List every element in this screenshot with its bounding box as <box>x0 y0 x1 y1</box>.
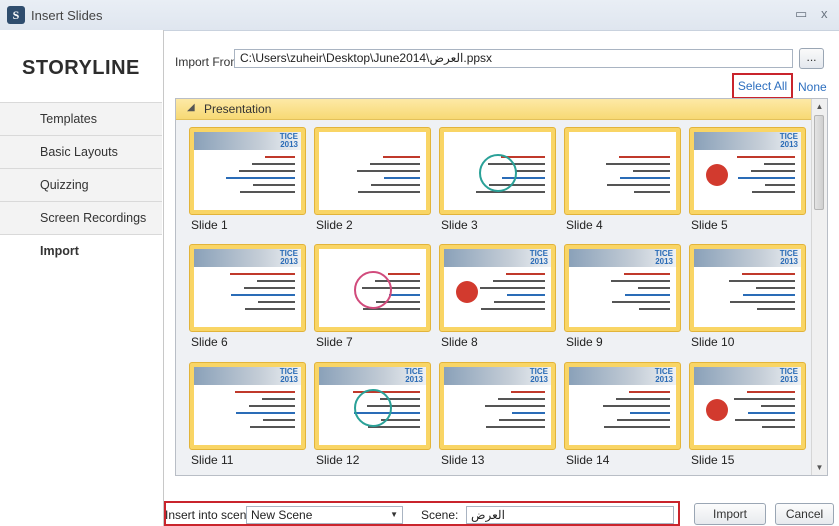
slide-frame[interactable] <box>439 127 556 215</box>
slide-preview-image <box>444 132 551 210</box>
slide-thumbnail[interactable]: TICE 2013 Slide 10 <box>689 244 806 360</box>
slide-frame[interactable]: TICE 2013 <box>689 362 806 450</box>
select-none-link[interactable]: None <box>798 80 827 94</box>
slide-label: Slide 4 <box>566 218 603 232</box>
slide-thumbnail[interactable]: TICE 2013 Slide 15 <box>689 362 806 475</box>
slide-frame[interactable]: TICE 2013 <box>189 127 306 215</box>
sidebar: STORYLINE Templates Basic Layouts Quizzi… <box>0 30 164 526</box>
slide-preview-image <box>569 132 676 210</box>
slide-frame[interactable]: TICE 2013 <box>439 244 556 332</box>
slide-preview-image: TICE 2013 <box>569 249 676 327</box>
slide-label: Slide 11 <box>191 453 234 467</box>
slide-preview-image: TICE 2013 <box>694 132 801 210</box>
slide-preview-image: TICE 2013 <box>569 367 676 445</box>
group-label: Presentation <box>204 102 272 116</box>
import-path-field[interactable]: C:\Users\zuheir\Desktop\June2014\العرض.p… <box>234 49 793 68</box>
select-all-link[interactable]: Select All <box>732 73 793 99</box>
slide-preview-image: TICE 2013 <box>194 132 301 210</box>
slide-frame[interactable]: TICE 2013 <box>689 127 806 215</box>
slide-frame[interactable] <box>564 127 681 215</box>
slide-thumbnail[interactable]: TICE 2013 Slide 1 <box>189 127 306 243</box>
scroll-thumb[interactable] <box>814 115 824 210</box>
title-bar: S Insert Slides ▭ x <box>0 0 839 31</box>
collapse-triangle-icon[interactable]: ◢ <box>187 102 195 113</box>
slide-label: Slide 10 <box>691 335 735 349</box>
insert-into-scene-label: Insert into scene: <box>165 508 257 522</box>
slide-thumbnail[interactable]: Slide 3 <box>439 127 556 243</box>
slide-preview-image: TICE 2013 <box>319 367 426 445</box>
slide-frame[interactable]: TICE 2013 <box>314 362 431 450</box>
slide-preview-image <box>319 249 426 327</box>
sidebar-item-import[interactable]: Import <box>0 234 162 267</box>
slide-preview-image: TICE 2013 <box>694 249 801 327</box>
sidebar-item-quizzing[interactable]: Quizzing <box>0 168 162 201</box>
brand-logo-text: STORYLINE <box>22 57 140 79</box>
slide-thumbnail[interactable]: TICE 2013 Slide 5 <box>689 127 806 243</box>
import-button[interactable]: Import <box>694 503 766 525</box>
slide-label: Slide 13 <box>441 453 485 467</box>
scroll-up-icon[interactable]: ▲ <box>812 99 827 114</box>
slide-label: Slide 2 <box>316 218 353 232</box>
cancel-button[interactable]: Cancel <box>775 503 834 525</box>
slide-label: Slide 3 <box>441 218 478 232</box>
sidebar-item-screen-recordings[interactable]: Screen Recordings <box>0 201 162 234</box>
window-title: Insert Slides <box>31 8 103 23</box>
gallery-scrollbar[interactable]: ▲ ▼ <box>811 99 827 475</box>
slide-label: Slide 12 <box>316 453 360 467</box>
slide-label: Slide 14 <box>566 453 610 467</box>
slide-thumbnail[interactable]: Slide 7 <box>314 244 431 360</box>
slide-thumbnail[interactable]: TICE 2013 Slide 13 <box>439 362 556 475</box>
slide-label: Slide 6 <box>191 335 228 349</box>
scroll-down-icon[interactable]: ▼ <box>812 460 827 475</box>
slide-thumbnail[interactable]: Slide 2 <box>314 127 431 243</box>
scene-name-label: Scene: <box>421 508 459 522</box>
slide-preview-image: TICE 2013 <box>194 249 301 327</box>
slide-frame[interactable] <box>314 127 431 215</box>
scene-dropdown-value: New Scene <box>251 508 313 522</box>
slide-label: Slide 7 <box>316 335 353 349</box>
slide-thumbnail[interactable]: TICE 2013 Slide 8 <box>439 244 556 360</box>
slide-thumbnail[interactable]: TICE 2013 Slide 11 <box>189 362 306 475</box>
slide-thumbnail[interactable]: TICE 2013 Slide 6 <box>189 244 306 360</box>
slide-preview-image: TICE 2013 <box>444 249 551 327</box>
slide-frame[interactable]: TICE 2013 <box>689 244 806 332</box>
slide-frame[interactable]: TICE 2013 <box>564 244 681 332</box>
slide-frame[interactable]: TICE 2013 <box>564 362 681 450</box>
chevron-down-icon[interactable]: ▼ <box>390 507 398 523</box>
close-icon[interactable]: x <box>821 6 828 21</box>
slide-gallery: ◢ Presentation ▲ ▼ TICE 2013 Slide 1 Slide … <box>175 98 828 476</box>
sidebar-item-templates[interactable]: Templates <box>0 102 162 135</box>
browse-button[interactable]: ... <box>799 48 824 69</box>
slide-preview-image: TICE 2013 <box>694 367 801 445</box>
slide-frame[interactable]: TICE 2013 <box>189 362 306 450</box>
slide-label: Slide 8 <box>441 335 478 349</box>
scene-name-input[interactable]: العرض <box>466 506 674 524</box>
slide-label: Slide 5 <box>691 218 728 232</box>
slide-frame[interactable] <box>314 244 431 332</box>
slide-label: Slide 9 <box>566 335 603 349</box>
slide-label: Slide 1 <box>191 218 228 232</box>
slide-preview-image <box>319 132 426 210</box>
sidebar-item-basic-layouts[interactable]: Basic Layouts <box>0 135 162 168</box>
slide-label: Slide 15 <box>691 453 735 467</box>
slide-thumbnail[interactable]: Slide 4 <box>564 127 681 243</box>
slide-frame[interactable]: TICE 2013 <box>439 362 556 450</box>
slide-frame[interactable]: TICE 2013 <box>189 244 306 332</box>
slide-preview-image: TICE 2013 <box>194 367 301 445</box>
slide-thumbnail[interactable]: TICE 2013 Slide 14 <box>564 362 681 475</box>
storyline-app-icon: S <box>7 6 25 24</box>
slide-preview-image: TICE 2013 <box>444 367 551 445</box>
group-header[interactable]: ◢ Presentation <box>176 99 812 120</box>
slide-thumbnail[interactable]: TICE 2013 Slide 9 <box>564 244 681 360</box>
slide-thumbnail[interactable]: TICE 2013 Slide 12 <box>314 362 431 475</box>
minimize-icon[interactable]: ▭ <box>795 6 807 22</box>
scene-dropdown[interactable]: New Scene ▼ <box>246 506 403 524</box>
